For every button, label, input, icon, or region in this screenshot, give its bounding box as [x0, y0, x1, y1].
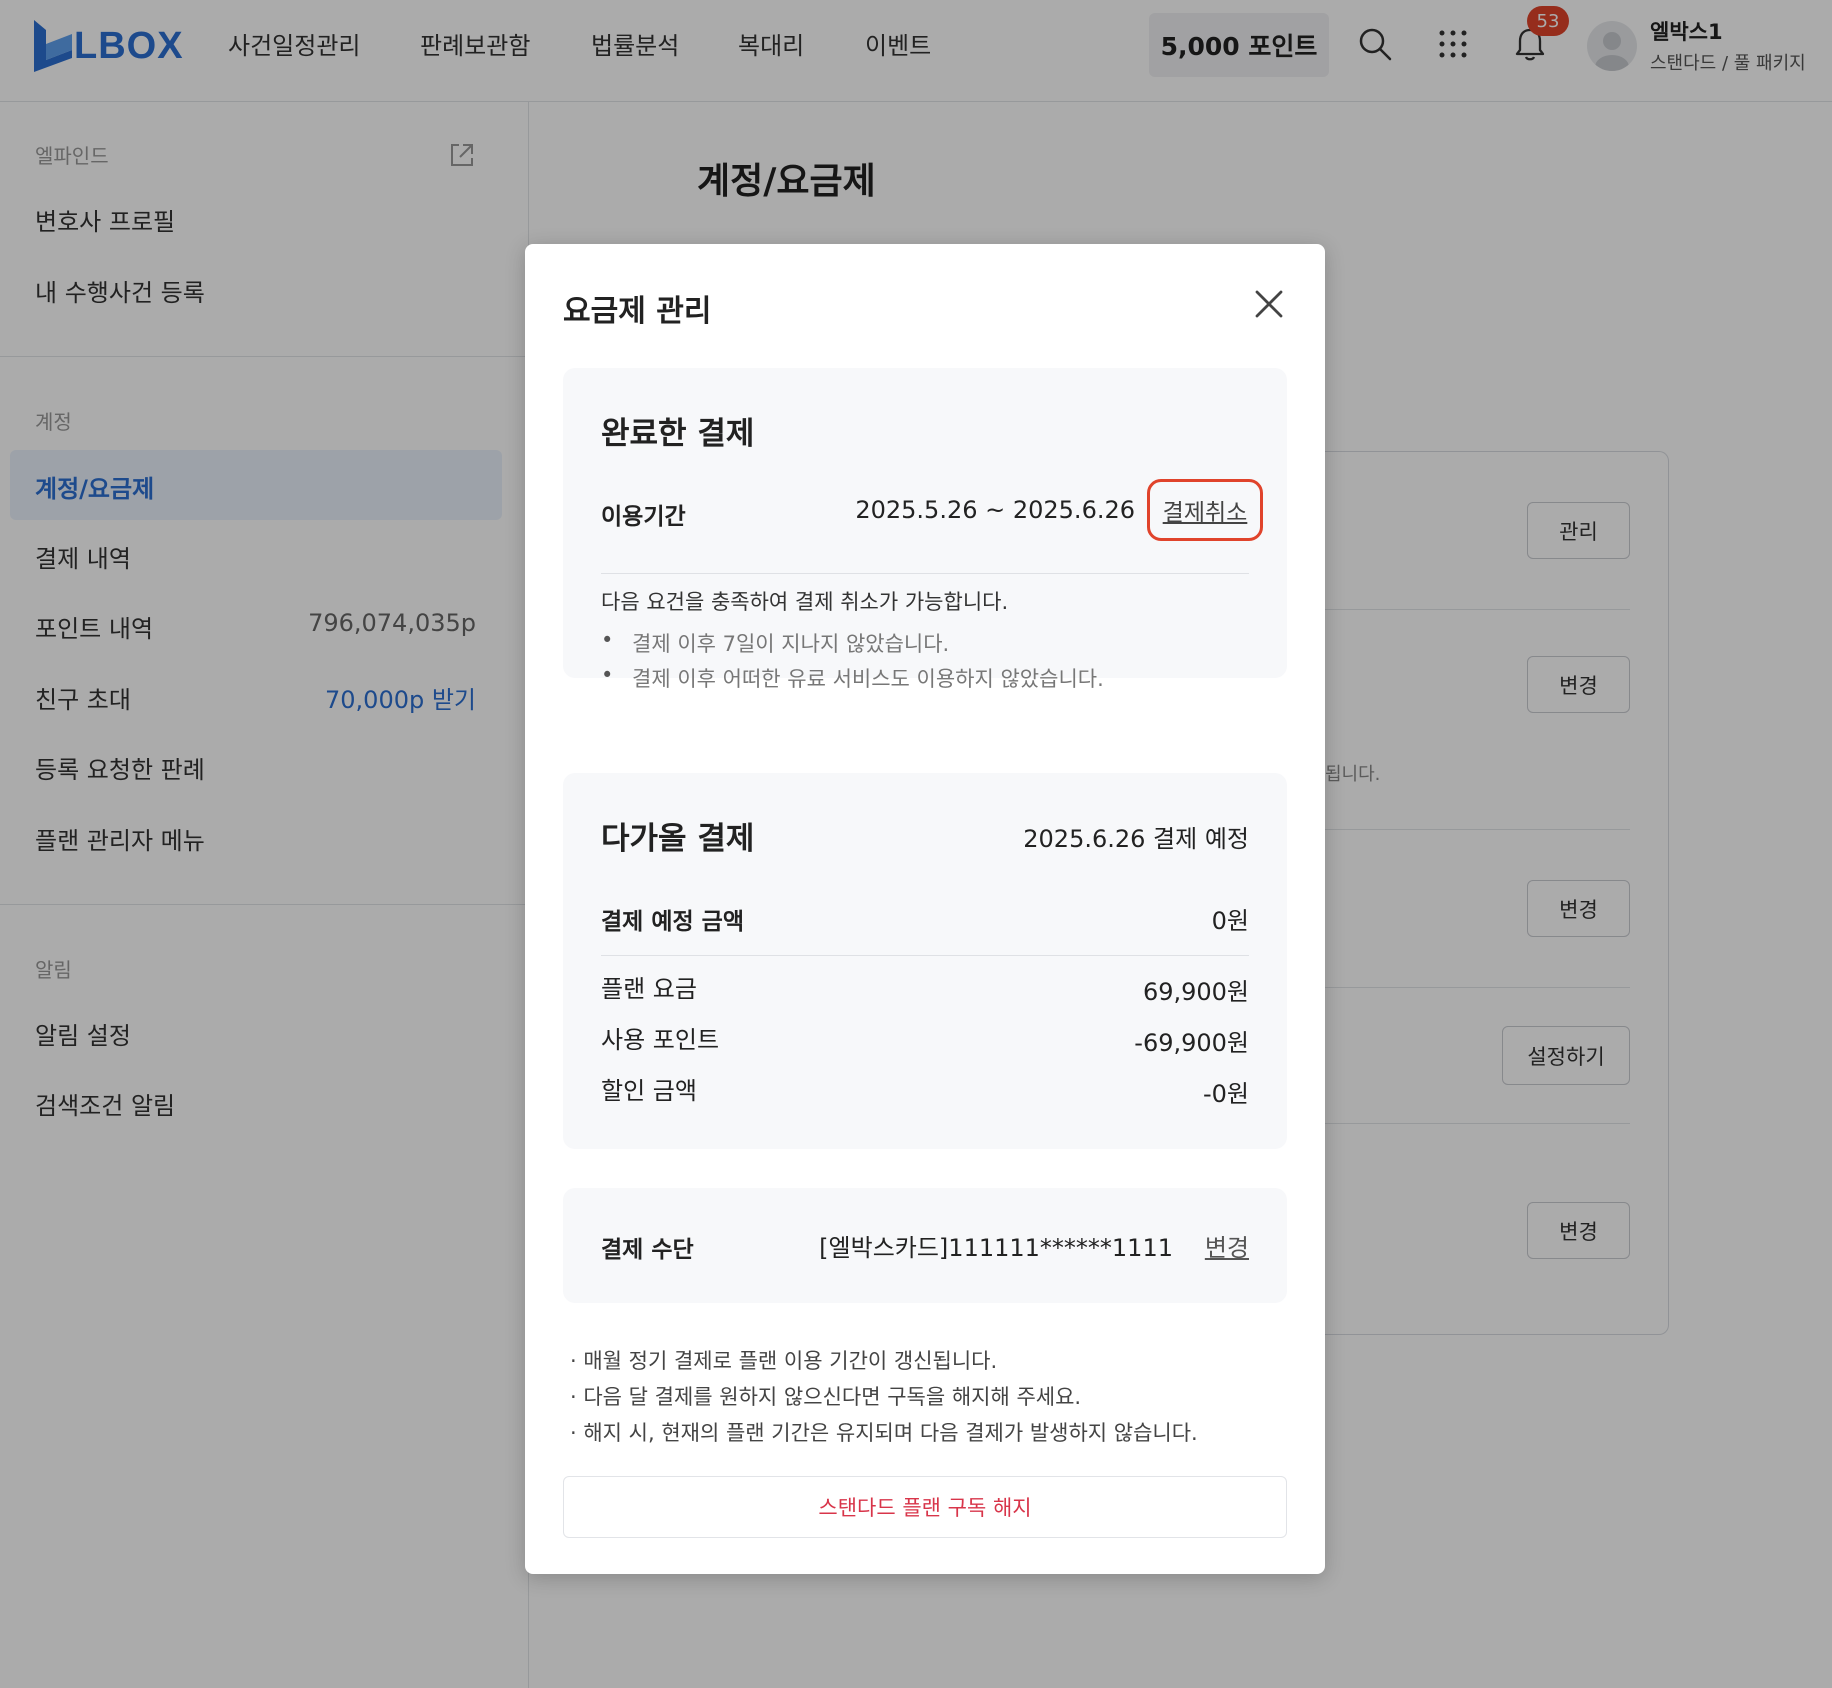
amount-value: 0원	[1211, 907, 1249, 935]
payment-method-value: [엘박스카드]111111******1111	[819, 1234, 1173, 1262]
amount-label: 결제 예정 금액	[601, 909, 744, 935]
period-label: 이용기간	[601, 504, 686, 530]
discount-value: -0원	[1202, 1080, 1249, 1108]
note-item: · 해지 시, 현재의 플랜 기간은 유지되며 다음 결제가 발생하지 않습니다…	[570, 1421, 1198, 1445]
plan-management-modal: 요금제 관리 완료한 결제 이용기간 2025.5.26 ~ 2025.6.26…	[525, 244, 1325, 1574]
unsubscribe-button[interactable]: 스탠다드 플랜 구독 해지	[563, 1476, 1287, 1538]
payment-method-label: 결제 수단	[601, 1237, 694, 1263]
upcoming-payment-panel: 다가올 결제 2025.6.26 결제 예정 결제 예정 금액 0원 플랜 요금…	[563, 773, 1287, 1149]
payment-method-panel: 결제 수단 [엘박스카드]111111******1111 변경	[563, 1188, 1287, 1303]
condition-item: 결제 이후 7일이 지나지 않았습니다.	[601, 628, 949, 658]
close-icon[interactable]	[1251, 286, 1287, 322]
modal-title: 요금제 관리	[563, 294, 712, 329]
plan-fee-label: 플랜 요금	[601, 975, 697, 1003]
points-used-value: -69,900원	[1134, 1029, 1249, 1057]
panel-divider	[601, 573, 1249, 574]
cancel-payment-link[interactable]: 결제취소	[1147, 479, 1263, 541]
panel-divider	[601, 955, 1249, 956]
upcoming-payment-title: 다가올 결제	[601, 821, 755, 857]
discount-label: 할인 금액	[601, 1077, 697, 1105]
note-item: · 매월 정기 결제로 플랜 이용 기간이 갱신됩니다.	[570, 1349, 998, 1373]
note-item: · 다음 달 결제를 원하지 않으신다면 구독을 해지해 주세요.	[570, 1385, 1082, 1409]
points-used-label: 사용 포인트	[601, 1026, 720, 1054]
cancel-condition-intro: 다음 요건을 충족하여 결제 취소가 가능합니다.	[601, 590, 1009, 614]
scheduled-date: 2025.6.26 결제 예정	[1023, 825, 1249, 853]
completed-payment-title: 완료한 결제	[601, 416, 755, 452]
completed-payment-panel: 완료한 결제 이용기간 2025.5.26 ~ 2025.6.26 결제취소 다…	[563, 368, 1287, 691]
period-value: 2025.5.26 ~ 2025.6.26	[855, 496, 1135, 524]
condition-item: 결제 이후 어떠한 유료 서비스도 이용하지 않았습니다.	[601, 663, 1104, 693]
change-payment-method-link[interactable]: 변경	[1205, 1228, 1249, 1263]
plan-fee-value: 69,900원	[1142, 978, 1249, 1006]
